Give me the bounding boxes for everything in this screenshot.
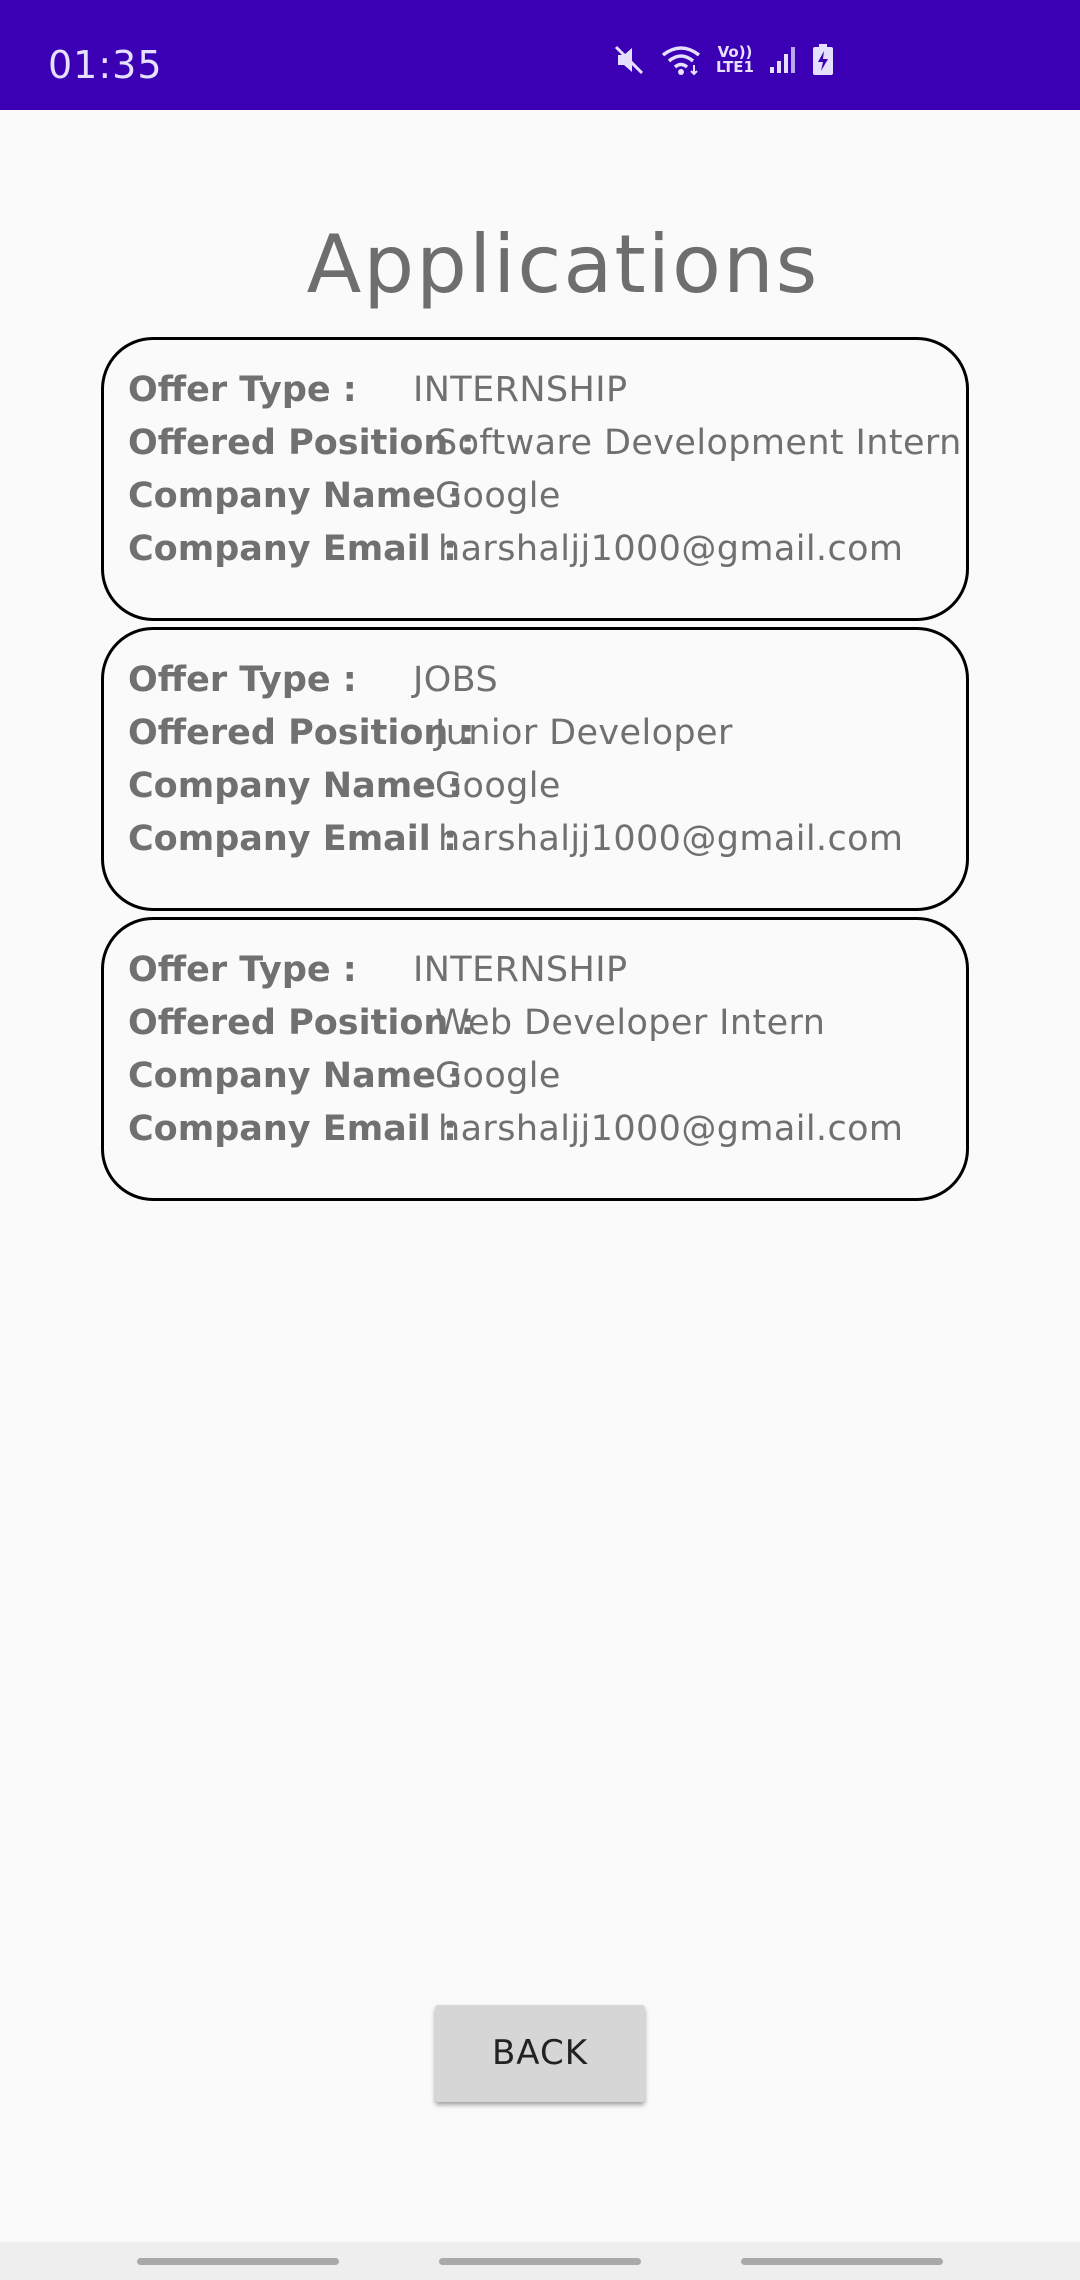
back-button[interactable]: BACK <box>435 2005 645 2102</box>
company-email-label: Company Email : <box>128 529 457 569</box>
status-icons: Vo)) LTE1 <box>612 40 848 80</box>
company-name-value: Google <box>435 1056 561 1096</box>
offer-type-value: JOBS <box>413 660 499 700</box>
company-email-row: Company Email :harshaljj1000@gmail.com <box>128 1103 903 1156</box>
offered-position-row: Offered Position :Software Development I… <box>128 417 962 470</box>
status-bar: 01:35 Vo)) LTE1 <box>0 0 1080 110</box>
offered-position-label: Offered Position : <box>128 1003 475 1043</box>
company-email-value: harshaljj1000@gmail.com <box>438 1109 904 1149</box>
mute-icon <box>612 43 646 77</box>
offer-type-label: Offer Type : <box>128 660 357 700</box>
offered-position-label: Offered Position : <box>128 423 475 463</box>
offer-type-value: INTERNSHIP <box>413 370 628 410</box>
company-name-label: Company Name : <box>128 476 463 516</box>
company-name-row: Company Name :Google <box>128 470 561 523</box>
company-email-value: harshaljj1000@gmail.com <box>438 819 904 859</box>
company-email-label: Company Email : <box>128 1109 457 1149</box>
company-email-row: Company Email :harshaljj1000@gmail.com <box>128 813 903 866</box>
application-card[interactable]: Offer Type : INTERNSHIP Offered Position … <box>101 337 969 621</box>
navigation-bar <box>0 2242 1080 2280</box>
offer-type-row: Offer Type : INTERNSHIP <box>128 364 627 417</box>
page-title: Applications <box>306 218 820 311</box>
offer-type-row: Offer Type : INTERNSHIP <box>128 944 627 997</box>
status-time: 01:35 <box>48 43 163 87</box>
offered-position-row: Offered Position :Junior Developer <box>128 707 733 760</box>
volte-icon: Vo)) LTE1 <box>716 45 754 75</box>
offered-position-value: Web Developer Intern <box>435 1003 826 1043</box>
application-card[interactable]: Offer Type : INTERNSHIP Offered Position … <box>101 917 969 1201</box>
offer-type-label: Offer Type : <box>128 950 357 990</box>
back-nav-button[interactable] <box>741 2258 943 2265</box>
company-email-label: Company Email : <box>128 819 457 859</box>
offered-position-value: Junior Developer <box>435 713 733 753</box>
company-name-value: Google <box>435 766 561 806</box>
offered-position-row: Offered Position :Web Developer Intern <box>128 997 825 1050</box>
company-email-value: harshaljj1000@gmail.com <box>438 529 904 569</box>
recent-apps-button[interactable] <box>137 2258 339 2265</box>
company-name-label: Company Name : <box>128 766 463 806</box>
company-name-value: Google <box>435 476 561 516</box>
company-name-row: Company Name :Google <box>128 1050 561 1103</box>
volte-label-bottom: LTE1 <box>716 58 754 76</box>
company-name-row: Company Name :Google <box>128 760 561 813</box>
offer-type-label: Offer Type : <box>128 370 357 410</box>
offer-type-row: Offer Type : JOBS <box>128 654 498 707</box>
wifi-icon <box>660 43 702 77</box>
signal-icon <box>768 45 798 75</box>
offered-position-value: Software Development Intern <box>435 423 962 463</box>
company-name-label: Company Name : <box>128 1056 463 1096</box>
company-email-row: Company Email :harshaljj1000@gmail.com <box>128 523 903 576</box>
home-button[interactable] <box>439 2258 641 2265</box>
application-card[interactable]: Offer Type : JOBS Offered Position :Junio… <box>101 627 969 911</box>
battery-charging-icon <box>812 44 834 76</box>
offered-position-label: Offered Position : <box>128 713 475 753</box>
offer-type-value: INTERNSHIP <box>413 950 628 990</box>
